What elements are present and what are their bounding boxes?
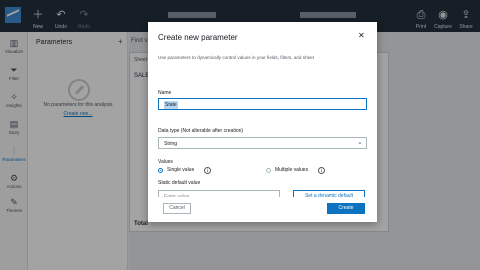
info-icon[interactable]: i [204,167,211,174]
multiple-values-label[interactable]: Multiple values [275,167,308,173]
dialog-footer: Cancel Create [148,197,377,219]
info-icon[interactable]: i [318,167,325,174]
create-button[interactable]: Create [327,203,365,214]
name-label: Name [158,90,172,96]
create-parameter-dialog: Create new parameter ✕ Use parameters to… [148,22,377,222]
dialog-description: Use parameters to dynamically control va… [158,55,315,60]
data-type-select[interactable]: String [158,137,367,149]
cancel-button[interactable]: Cancel [163,203,191,214]
data-type-label: Data type (Not alterable after creation) [158,128,244,134]
dialog-title: Create new parameter [158,33,238,42]
static-default-label: Static default value [158,180,201,186]
name-input-value: State [164,101,178,109]
single-value-radio[interactable] [158,168,163,173]
chevron-down-icon: ⌄ [357,139,363,146]
single-value-label[interactable]: Single value [167,167,194,173]
close-icon[interactable]: ✕ [358,31,365,40]
values-label: Values [158,159,173,165]
name-input[interactable]: State [158,98,367,110]
multiple-values-radio[interactable] [266,168,271,173]
